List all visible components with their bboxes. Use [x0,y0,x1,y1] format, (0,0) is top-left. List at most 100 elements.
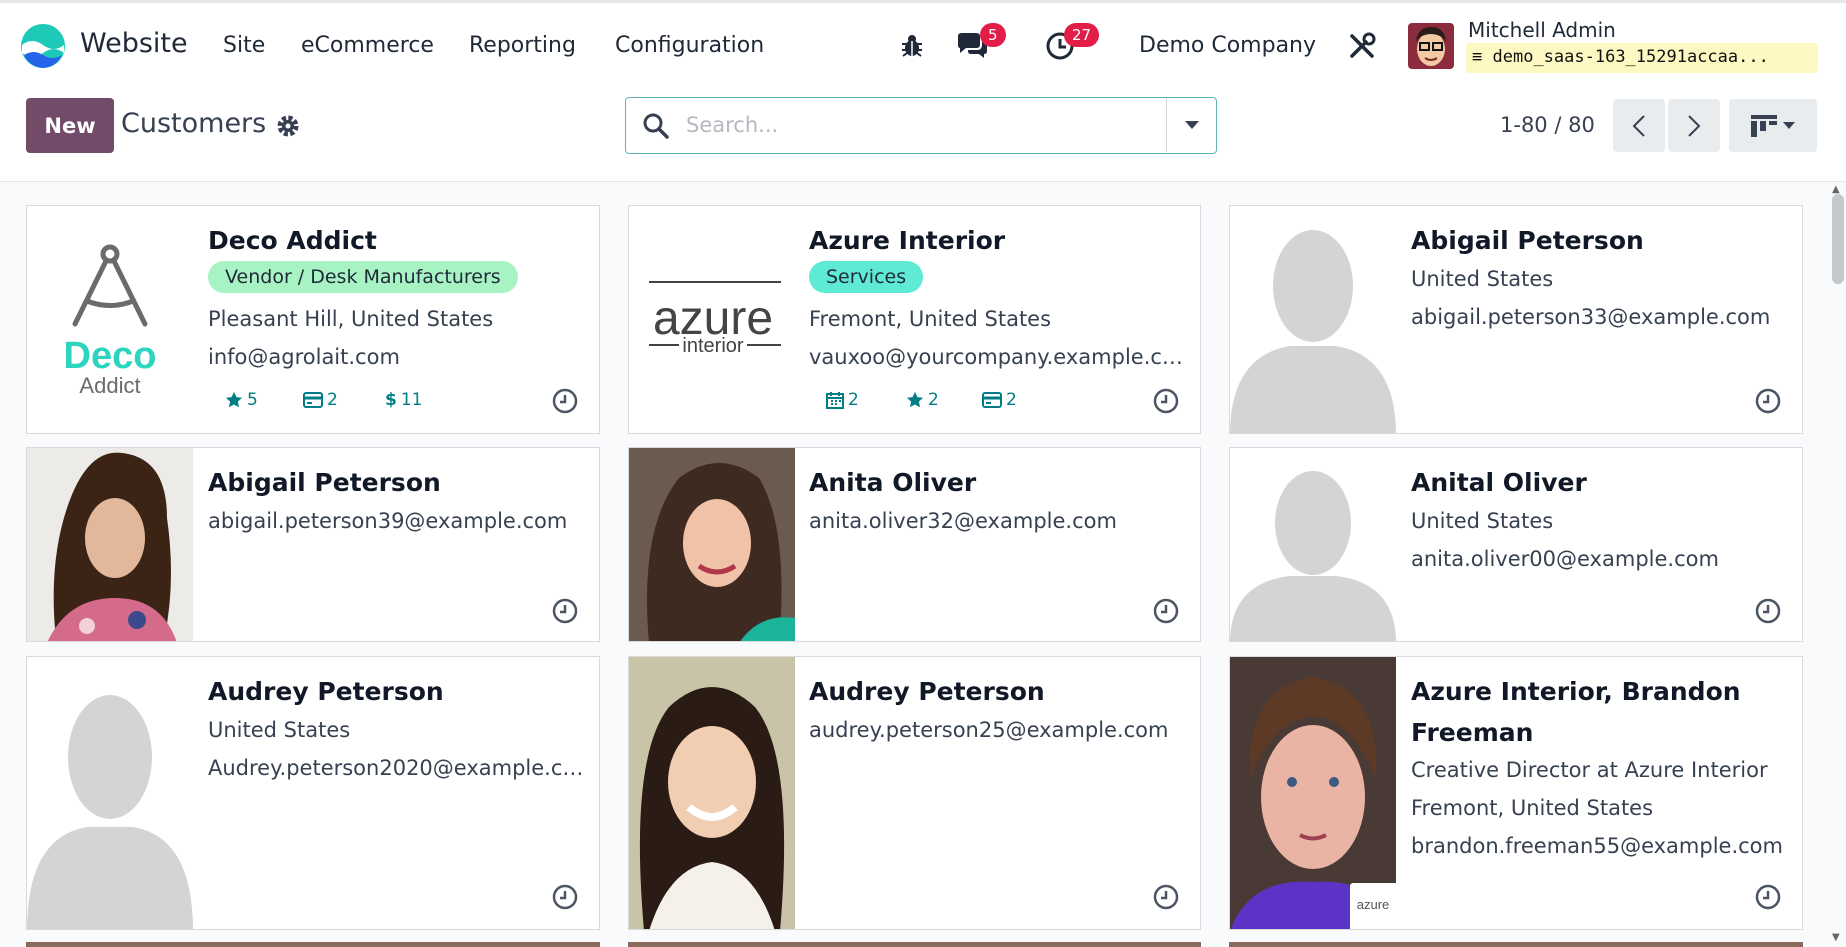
card-email: anita.oliver32@example.com [809,509,1117,533]
main-navbar: Website Site eCommerce Reporting Configu… [0,0,1846,86]
scroll-down-arrow[interactable]: ▼ [1832,932,1840,943]
logo-text-deco: Deco [64,335,157,377]
card-title: Anital Oliver [1411,468,1587,497]
kanban-card-anita-oliver[interactable]: Anita Oliver anita.oliver32@example.com [628,447,1201,642]
caret-down-icon [1783,122,1795,129]
kanban-card-audrey-peterson[interactable]: Audrey Peterson United States Audrey.pet… [26,656,600,930]
tag-badge: Vendor / Desk Manufacturers [208,261,518,293]
stat-value: 11 [400,390,423,410]
card-title: Azure Interior, Brandon Freeman [1411,677,1741,747]
database-icon: ≡ [1472,47,1483,67]
card-location: United States [1411,267,1554,291]
menu-ecommerce[interactable]: eCommerce [301,33,434,58]
activity-clock-icon[interactable] [1152,597,1180,625]
contact-photo [629,657,795,929]
stat-value: 5 [247,390,258,410]
card-title: Abigail Peterson [1411,226,1644,255]
search-bar[interactable] [625,97,1217,154]
invoices-stat[interactable]: 2 [303,390,338,410]
kanban-card-azure-interior[interactable]: azure interior Azure Interior Services F… [628,205,1201,434]
website-app-icon[interactable] [20,23,66,69]
new-button[interactable]: New [26,98,114,153]
kanban-card-partial[interactable] [1229,942,1803,947]
app-title[interactable]: Website [80,28,188,59]
card-title: Deco Addict [208,226,377,255]
gear-icon[interactable] [275,113,301,139]
opportunities-stat[interactable]: 5 [225,390,258,410]
activity-clock-icon[interactable] [1754,597,1782,625]
avatar-placeholder [1230,448,1396,641]
card-email: info@agrolait.com [208,345,400,369]
card-location: United States [208,718,351,742]
user-name[interactable]: Mitchell Admin [1468,18,1616,42]
opportunities-stat[interactable]: 2 [906,390,939,410]
company-switcher[interactable]: Demo Company [1139,33,1316,58]
chevron-right-icon [1688,114,1701,137]
menu-site[interactable]: Site [223,33,265,58]
kanban-card-partial[interactable] [628,942,1201,947]
card-email: anita.oliver00@example.com [1411,547,1719,571]
invoices-stat[interactable]: 2 [982,390,1017,410]
database-badge: ≡ demo_saas-163_15291accaa... [1466,43,1818,73]
activity-clock-icon[interactable] [1152,387,1180,415]
star-icon [906,391,924,408]
activity-clock-icon[interactable] [1152,883,1180,911]
stat-value: 2 [1006,390,1017,410]
kanban-view-icon [1751,114,1777,137]
kanban-card-anital-oliver[interactable]: Anital Oliver United States anita.oliver… [1229,447,1803,642]
search-options-toggle[interactable] [1166,98,1216,152]
activity-clock-icon[interactable] [551,597,579,625]
control-panel: New Customers 1-80 / 80 [0,86,1846,182]
activity-clock-icon[interactable] [551,883,579,911]
search-input[interactable] [686,110,1126,140]
kanban-card-audrey-peterson-2[interactable]: Audrey Peterson audrey.peterson25@exampl… [628,656,1201,930]
pager-previous-button[interactable] [1613,99,1665,152]
activity-clock-icon[interactable] [551,387,579,415]
credit-card-icon [303,392,323,408]
dollar-icon: $ [385,390,397,410]
card-email: audrey.peterson25@example.com [809,718,1169,742]
avatar-placeholder [1230,206,1396,433]
kanban-card-deco-addict[interactable]: Deco Addict Deco Addict Vendor / Desk Ma… [26,205,600,434]
activity-clock-icon[interactable] [1754,387,1782,415]
database-name: demo_saas-163_15291accaa... [1492,47,1769,67]
card-email: Audrey.peterson2020@example.com [208,756,588,780]
tag-badge: Services [809,261,924,293]
avatar-placeholder [27,657,193,929]
card-location: Fremont, United States [809,307,1052,331]
meetings-stat[interactable]: 2 [826,390,859,410]
stat-value: 2 [327,390,338,410]
compass-logo-icon [72,244,148,327]
card-location: United States [1411,509,1554,533]
vertical-scrollbar[interactable] [1832,194,1844,284]
menu-configuration[interactable]: Configuration [615,33,764,58]
debug-bug-icon[interactable] [895,29,929,63]
menu-reporting[interactable]: Reporting [469,33,576,58]
pager-next-button[interactable] [1668,99,1720,152]
card-email: vauxoo@yourcompany.example.com [809,345,1184,369]
activity-clock-icon[interactable] [1754,883,1782,911]
card-title: Azure Interior [809,226,1006,255]
user-avatar[interactable] [1408,23,1454,69]
stat-value: 2 [928,390,939,410]
view-switcher-button[interactable] [1729,99,1817,152]
kanban-card-abigail-peterson[interactable]: Abigail Peterson United States abigail.p… [1229,205,1803,434]
company-logo-text: azure [1356,897,1390,912]
pager-value[interactable]: 1-80 / 80 [1500,113,1595,137]
sales-stat[interactable]: $ 11 [385,390,422,410]
messages-count-badge: 5 [980,23,1006,47]
search-icon [643,113,669,139]
card-title: Abigail Peterson [208,468,441,497]
card-email: abigail.peterson39@example.com [208,509,568,533]
kanban-card-abigail-peterson-2[interactable]: Abigail Peterson abigail.peterson39@exam… [26,447,600,642]
tools-settings-icon[interactable] [1345,29,1379,63]
card-email: brandon.freeman55@example.com [1411,834,1783,858]
contact-photo [629,448,795,641]
chevron-left-icon [1632,114,1645,137]
kanban-card-brandon-freeman[interactable]: azure Azure Interior, Brandon Freeman Cr… [1229,656,1803,930]
caret-down-icon [1184,121,1199,129]
contact-photo [27,448,193,641]
card-title: Audrey Peterson [208,677,444,706]
stat-value: 2 [848,390,859,410]
kanban-card-partial[interactable] [26,942,600,947]
